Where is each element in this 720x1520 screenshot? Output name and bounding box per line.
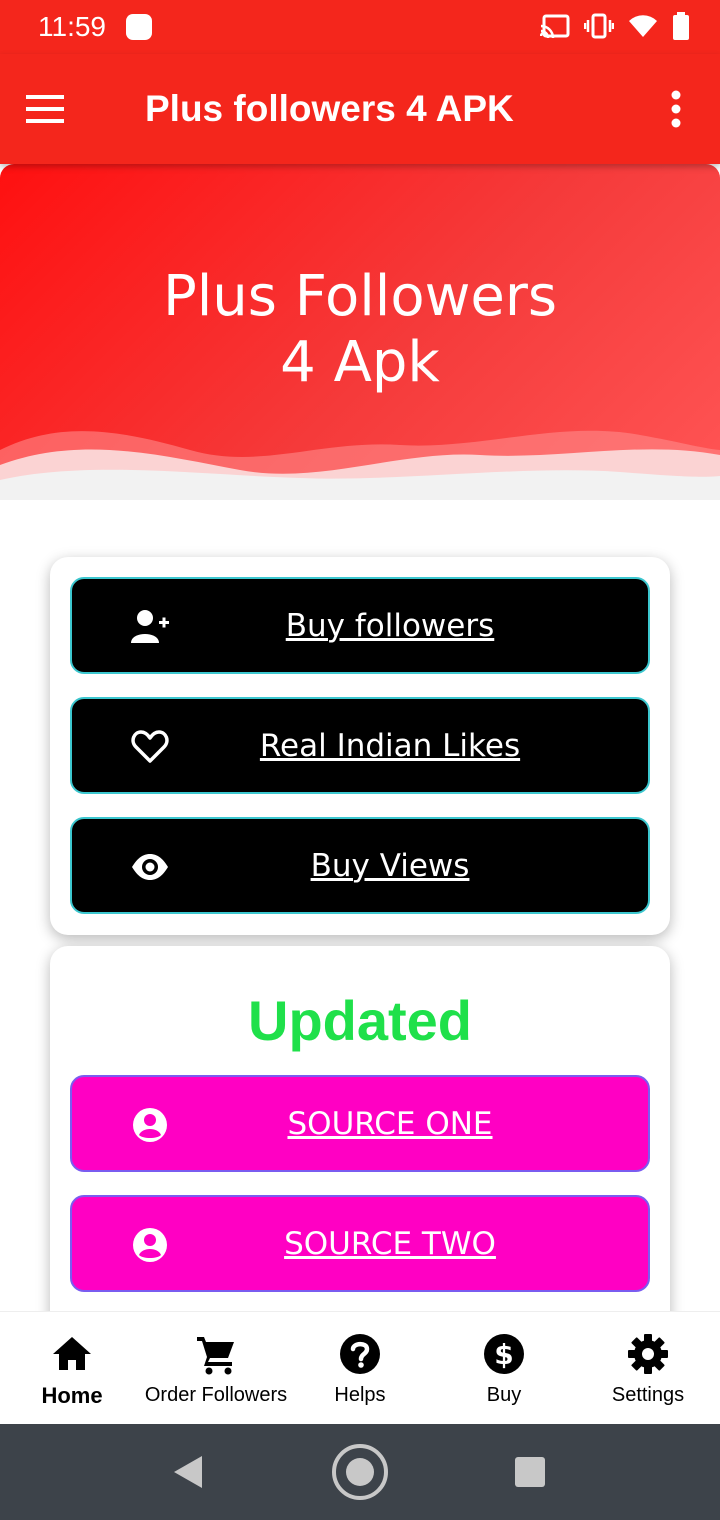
- notification-icon: [126, 14, 152, 40]
- battery-icon: [673, 12, 689, 40]
- nav-item-home[interactable]: Home: [0, 1312, 144, 1424]
- bottom-navigation: Home Order Followers Helps $ Buy Setting…: [0, 1311, 720, 1424]
- nav-label-helps: Helps: [334, 1384, 386, 1406]
- source-one-button[interactable]: SOURCE ONE: [70, 1075, 650, 1172]
- nav-item-helps[interactable]: Helps: [288, 1312, 432, 1424]
- actions-card: Buy followers Real Indian Likes Buy View…: [50, 557, 670, 935]
- app-title: Plus followers 4 APK: [145, 88, 514, 129]
- hero-title: Plus Followers 4 Apk: [0, 264, 720, 396]
- more-vert-icon: [671, 90, 681, 128]
- home-circle-icon[interactable]: [330, 1442, 390, 1502]
- nav-label-home: Home: [41, 1383, 103, 1408]
- real-indian-likes-label: Real Indian Likes: [259, 727, 521, 764]
- cast-icon: [540, 14, 570, 39]
- nav-item-order-followers[interactable]: Order Followers: [144, 1312, 288, 1424]
- buy-followers-button[interactable]: Buy followers: [70, 577, 650, 674]
- hero-title-line2: 4 Apk: [280, 330, 440, 395]
- help-icon: [340, 1334, 380, 1374]
- back-icon[interactable]: [172, 1454, 204, 1490]
- wifi-icon: [629, 15, 657, 37]
- system-navigation-bar: [0, 1424, 720, 1520]
- vibrate-icon: [584, 13, 614, 39]
- recents-icon[interactable]: [514, 1456, 546, 1488]
- nav-item-buy[interactable]: $ Buy: [432, 1312, 576, 1424]
- hamburger-menu-icon: [26, 95, 64, 123]
- status-bar: 11:59: [0, 0, 720, 54]
- real-indian-likes-button[interactable]: Real Indian Likes: [70, 697, 650, 794]
- nav-item-settings[interactable]: Settings: [576, 1312, 720, 1424]
- nav-label-buy: Buy: [486, 1384, 522, 1406]
- gear-icon: [628, 1334, 668, 1374]
- buy-views-label: Buy Views: [310, 847, 470, 884]
- svg-text:$: $: [494, 1338, 513, 1371]
- status-time: 11:59: [38, 11, 106, 42]
- dollar-icon: $: [484, 1334, 524, 1374]
- buy-followers-label: Buy followers: [285, 607, 495, 644]
- status-icons: [540, 12, 690, 40]
- hero-title-line1: Plus Followers: [162, 264, 558, 329]
- hero-wave: [0, 430, 720, 500]
- hero-banner: Plus Followers 4 Apk: [0, 164, 720, 500]
- buy-views-button[interactable]: Buy Views: [70, 817, 650, 914]
- updated-title: Updated: [248, 989, 472, 1052]
- sources-card: Updated SOURCE ONE SOURCE TWO: [50, 946, 670, 1346]
- source-two-label: SOURCE TWO: [284, 1225, 496, 1262]
- nav-label-order-followers: Order Followers: [144, 1384, 288, 1406]
- cart-icon: [197, 1337, 234, 1375]
- home-icon: [53, 1337, 91, 1370]
- more-options-button[interactable]: [656, 85, 696, 133]
- menu-button[interactable]: [26, 85, 86, 133]
- source-two-button[interactable]: SOURCE TWO: [70, 1195, 650, 1292]
- source-one-label: SOURCE ONE: [287, 1105, 493, 1142]
- app-bar: Plus followers 4 APK: [0, 54, 720, 164]
- nav-label-settings: Settings: [611, 1384, 685, 1406]
